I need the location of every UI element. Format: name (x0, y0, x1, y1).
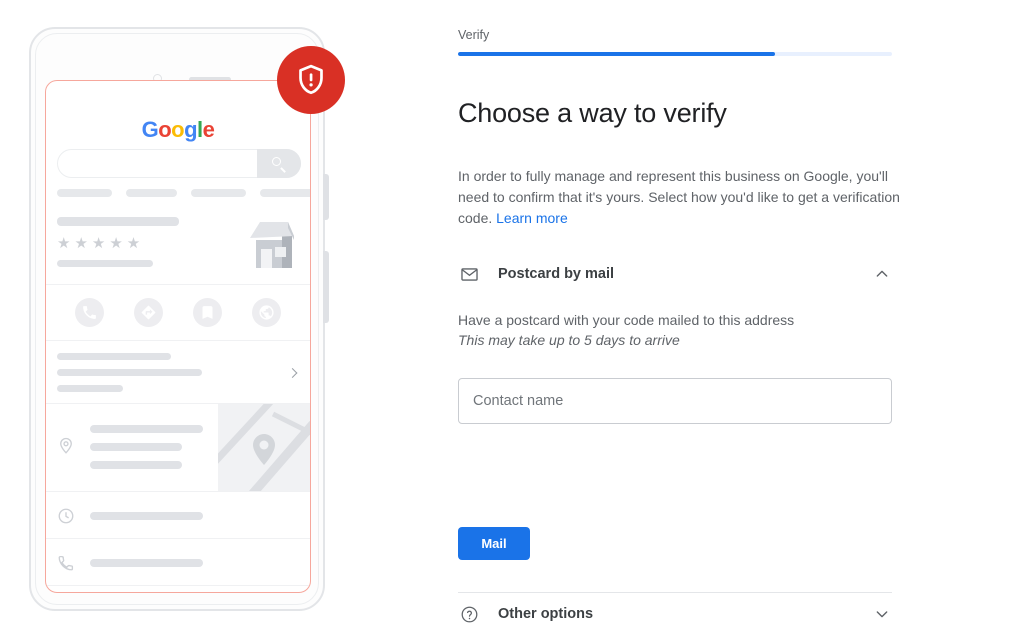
clock-icon (58, 508, 74, 524)
placeholder-text-bar (90, 512, 203, 520)
placeholder-text-bar (57, 385, 123, 392)
phone-frame: Google ★★★★★ (29, 27, 329, 611)
save-icon (193, 298, 222, 327)
progress-bar-fill (458, 52, 775, 56)
option-postcard-description: Have a postcard with your code mailed to… (458, 310, 794, 350)
placeholder-chip (57, 189, 112, 197)
other-options-row[interactable]: Other options (458, 598, 892, 630)
share-icon (252, 298, 281, 327)
help-circle-icon (458, 603, 480, 625)
intro-paragraph: In order to fully manage and represent t… (458, 166, 900, 229)
google-logo-letter-6: e (202, 117, 215, 142)
location-pin-icon (60, 437, 72, 454)
phone-action-row (46, 284, 310, 340)
phone-search-bar (57, 149, 301, 178)
section-divider (458, 592, 892, 593)
placeholder-chip (260, 189, 310, 197)
google-logo-letter-4: g (184, 117, 198, 142)
progress-bar (458, 52, 892, 56)
mail-submit-button[interactable]: Mail (458, 527, 530, 560)
map-thumbnail (218, 404, 310, 492)
google-logo-letter-3: o (171, 117, 185, 142)
chevron-right-icon (287, 367, 298, 378)
phone-illustration-panel: Google ★★★★★ (0, 0, 430, 641)
placeholder-chip (125, 189, 178, 197)
option-postcard-by-mail-header[interactable]: Postcard by mail (458, 258, 892, 290)
placeholder-title-bar (57, 217, 179, 226)
phone-screen: Google ★★★★★ (45, 80, 311, 593)
chevron-down-icon[interactable] (872, 604, 892, 624)
placeholder-text-bar (90, 559, 203, 567)
option-description-line: Have a postcard with your code mailed to… (458, 312, 795, 328)
rating-stars: ★★★★★ (57, 235, 145, 252)
placeholder-text-bar (57, 369, 202, 376)
google-logo-letter-1: G (141, 117, 159, 142)
contact-name-input[interactable] (458, 378, 892, 424)
chevron-up-icon[interactable] (872, 264, 892, 284)
phone-icon (58, 555, 74, 571)
placeholder-subtitle-bar (57, 260, 153, 267)
phone-description-block (46, 340, 310, 404)
learn-more-link[interactable]: Learn more (496, 210, 568, 226)
directions-icon (134, 298, 163, 327)
placeholder-text-bar (90, 425, 203, 433)
phone-number-row (46, 538, 310, 586)
placeholder-text-bar (90, 461, 182, 469)
google-logo-letter-2: o (158, 117, 172, 142)
phone-side-button-volume (323, 174, 329, 220)
placeholder-chip (191, 189, 247, 197)
phone-chip-row (57, 189, 310, 197)
shield-alert-icon (299, 64, 323, 95)
phone-website-row (46, 585, 310, 592)
page-title: Choose a way to verify (458, 98, 727, 128)
placeholder-text-bar (57, 353, 171, 360)
option-postcard-label: Postcard by mail (498, 266, 615, 282)
google-logo: Google (46, 117, 310, 143)
option-subnote-line: This may take up to 5 days to arrive (458, 332, 680, 348)
step-label: Verify (458, 28, 490, 42)
call-icon (75, 298, 104, 327)
phone-side-button-power (323, 251, 329, 323)
placeholder-text-bar (90, 443, 182, 451)
phone-hours-row (46, 491, 310, 539)
shield-alert-badge (277, 46, 345, 114)
verify-form-panel: Verify Choose a way to verify In order t… (458, 0, 900, 641)
other-options-label: Other options (498, 606, 594, 622)
search-icon (257, 149, 301, 178)
storefront-icon (244, 218, 302, 270)
phone-business-card: ★★★★★ (46, 208, 310, 284)
envelope-icon (458, 263, 480, 285)
phone-address-row (46, 403, 310, 492)
